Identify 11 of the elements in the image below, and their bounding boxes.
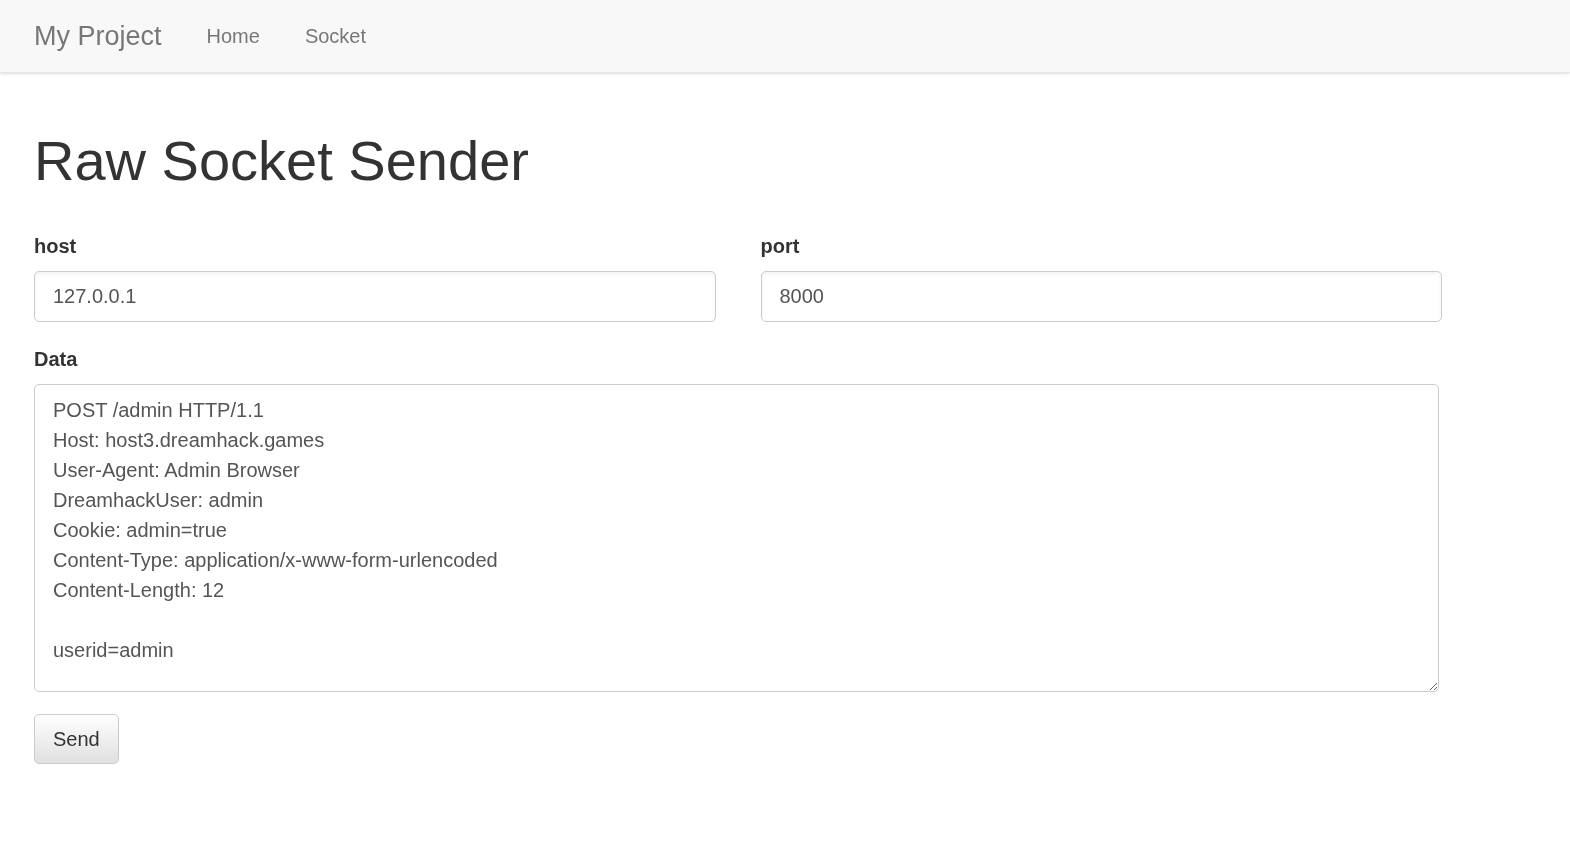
input-field[interactable]: 8000 <box>760 271 1442 322</box>
field-label: host <box>34 234 78 259</box>
field-label: Data <box>34 347 79 372</box>
brand-link[interactable]: My Project <box>34 15 162 57</box>
field-label: port <box>760 234 801 259</box>
input-field[interactable]: 127.0.0.1 <box>34 271 716 322</box>
page-title: Raw Socket Sender <box>34 131 530 191</box>
nav-link[interactable]: Socket <box>304 21 367 51</box>
data-textarea[interactable]: POST /admin HTTP/1.1 Host: host3.dreamhack.games User-Agent: Admin Browser DreamhackUser: admin Cookie: admin=true Content-Type: application/x-www-form-urlencoded Content-Length: 12 userid=admin <box>34 384 1439 692</box>
send-button[interactable]: Send <box>34 714 119 764</box>
nav-link[interactable]: Home <box>206 21 260 51</box>
